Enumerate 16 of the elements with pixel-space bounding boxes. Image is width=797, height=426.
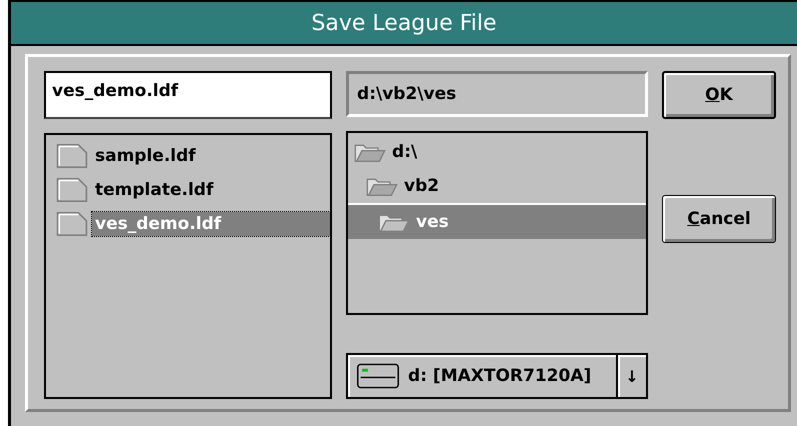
folder-item[interactable]: ves bbox=[348, 203, 646, 239]
file-icon bbox=[56, 177, 88, 203]
folder-item[interactable]: vb2 bbox=[348, 169, 646, 203]
file-item[interactable]: sample.ldf bbox=[92, 144, 330, 168]
drive-dropdown[interactable]: d: [MAXTOR7120A] ↓ bbox=[346, 353, 648, 399]
ok-button[interactable]: OK bbox=[662, 71, 776, 119]
folder-item[interactable]: d:\ bbox=[348, 135, 646, 169]
window-title: Save League File bbox=[311, 10, 497, 36]
file-item[interactable]: ves_demo.ldf bbox=[92, 212, 330, 236]
file-item[interactable]: template.ldf bbox=[92, 178, 330, 202]
file-icon bbox=[56, 143, 88, 169]
current-path: d:\vb2\ves bbox=[346, 71, 648, 117]
drive-icon bbox=[356, 363, 400, 389]
file-icon bbox=[56, 211, 88, 237]
file-name-field[interactable]: ves_demo.ldf bbox=[44, 71, 332, 119]
cancel-button[interactable]: Cancel bbox=[662, 195, 776, 243]
